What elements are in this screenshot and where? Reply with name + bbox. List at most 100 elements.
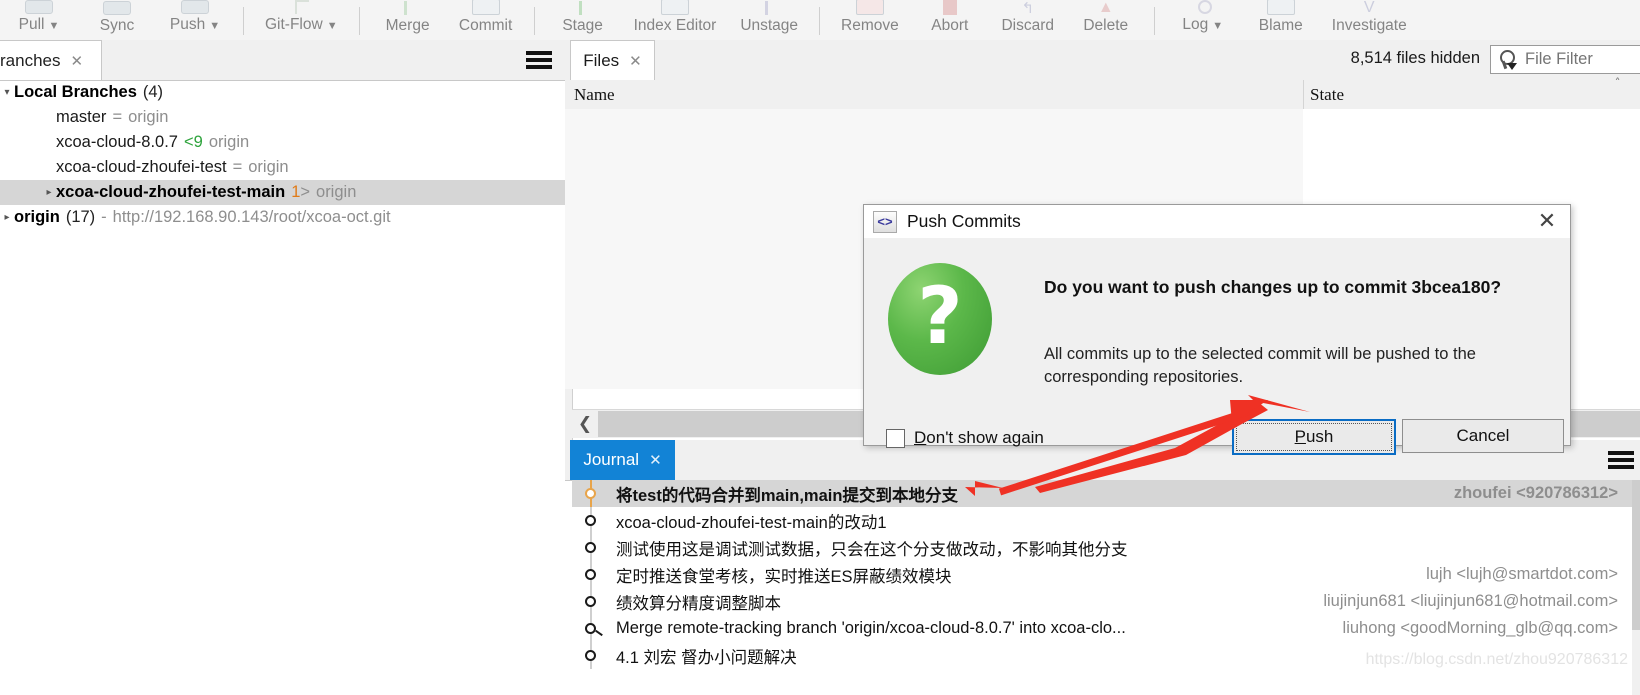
tab-branches[interactable]: ranches ✕: [0, 40, 102, 80]
commit-graph-node: [572, 480, 614, 507]
file-filter-box[interactable]: ✕: [1490, 45, 1640, 74]
dont-show-again-checkbox[interactable]: Don't show again: [886, 428, 1044, 448]
branch-item-master[interactable]: master = origin: [0, 105, 565, 130]
files-hidden-count: 8,514 files hidden: [1350, 49, 1480, 67]
branch-remote: origin: [316, 183, 357, 201]
close-icon[interactable]: ✕: [70, 52, 83, 70]
tree-group-origin[interactable]: origin (17) - http://192.168.90.143/root…: [0, 205, 565, 230]
commit-message: 测试使用这是调试测试数据，只会在这个分支做改动，不影响其他分支: [616, 540, 1128, 559]
chevron-down-icon: ▼: [1212, 20, 1224, 32]
discard-icon: ↰: [1021, 0, 1035, 17]
stage-icon: [569, 0, 597, 15]
branch-item-xcoa-cloud-zhoufei-test[interactable]: xcoa-cloud-zhoufei-test = origin: [0, 155, 565, 180]
toolbar-button-commit[interactable]: Commit: [447, 0, 525, 40]
close-icon[interactable]: ✕: [629, 52, 642, 70]
column-header-name[interactable]: Name: [574, 80, 615, 109]
remote-url: http://192.168.90.143/root/xcoa-oct.git: [112, 208, 391, 226]
branch-tracking-sep: =: [232, 158, 243, 176]
remote-count: (17): [65, 208, 96, 226]
toolbar-button-unstage[interactable]: Unstage: [728, 0, 810, 40]
cancel-button[interactable]: Cancel: [1402, 419, 1564, 453]
tab-journal[interactable]: Journal ✕: [570, 440, 675, 480]
chevron-right-icon[interactable]: [0, 212, 14, 223]
tab-branches-label: ranches: [0, 50, 61, 70]
journal-row[interactable]: Merge remote-tracking branch 'origin/xco…: [572, 615, 1632, 642]
journal-row[interactable]: 测试使用这是调试测试数据，只会在这个分支做改动，不影响其他分支: [572, 534, 1632, 561]
toolbar-button-push[interactable]: Push ▼: [156, 0, 234, 40]
dialog-message: All commits up to the selected commit wi…: [1044, 345, 1476, 386]
toolbar-button-git-flow[interactable]: Git-Flow ▼: [253, 0, 350, 40]
search-icon: [1495, 48, 1519, 72]
toolbar-label-delete: Delete: [1083, 17, 1129, 34]
commit-graph-node: [572, 561, 614, 588]
dialog-heading: Do you want to push changes up to commit…: [1044, 277, 1502, 297]
hamburger-icon[interactable]: [526, 51, 552, 69]
pull-icon: [25, 0, 53, 14]
remove-icon: [855, 0, 884, 15]
toolbar-label-pull: Pull: [18, 16, 45, 33]
push-button[interactable]: Push: [1232, 419, 1396, 455]
branch-tracking-sep: =: [112, 108, 123, 126]
abort-icon: [936, 0, 964, 15]
tab-journal-label: Journal: [583, 450, 640, 469]
toolbar-label-index-editor: Index Editor: [633, 17, 717, 34]
scroll-left-icon[interactable]: ❮: [572, 411, 598, 437]
toolbar-button-log[interactable]: Log ▼: [1164, 0, 1242, 40]
cancel-button-label: Cancel: [1456, 426, 1510, 445]
toolbar-separator: [243, 7, 244, 35]
close-icon[interactable]: ✕: [649, 451, 662, 469]
journal-row[interactable]: 绩效算分精度调整脚本 liujinjun681 <liujinjun681@ho…: [572, 588, 1632, 615]
toolbar-label-push: Push: [169, 16, 206, 33]
checkbox-label-accel: D: [914, 428, 927, 447]
investigate-icon: V: [1363, 0, 1375, 16]
branch-tracking-sep: <: [184, 133, 194, 151]
branch-remote: origin: [128, 108, 169, 126]
index-editor-icon: [660, 0, 689, 15]
toolbar-button-investigate[interactable]: V Investigate: [1320, 0, 1419, 40]
commit-message: 定时推送食堂考核，实时推送ES屏蔽绩效模块: [616, 567, 952, 586]
toolbar-button-index-editor[interactable]: Index Editor: [622, 0, 729, 40]
toolbar-button-stage[interactable]: Stage: [544, 0, 622, 40]
column-header-state[interactable]: State: [1310, 80, 1344, 109]
toolbar-button-merge[interactable]: Merge: [369, 0, 447, 40]
merge-icon: [394, 0, 422, 15]
toolbar-label-unstage: Unstage: [740, 17, 799, 34]
toolbar-button-blame[interactable]: Blame: [1242, 0, 1320, 40]
toolbar-button-remove[interactable]: Remove: [829, 0, 911, 40]
branch-item-xcoa-cloud-zhoufei-test-main[interactable]: xcoa-cloud-zhoufei-test-main 1> origin: [0, 180, 565, 205]
watermark-text: https://blog.csdn.net/zhou920786312: [1365, 651, 1628, 668]
branch-name: master: [56, 108, 107, 126]
chevron-right-icon[interactable]: [42, 187, 56, 198]
toolbar-button-sync[interactable]: Sync: [78, 0, 156, 40]
toolbar-button-delete[interactable]: ▲ Delete: [1067, 0, 1145, 40]
toolbar-button-abort[interactable]: Abort: [911, 0, 989, 40]
journal-row[interactable]: xcoa-cloud-zhoufei-test-main的改动1: [572, 507, 1632, 534]
toolbar-label-abort: Abort: [931, 17, 969, 34]
close-icon[interactable]: ✕: [1534, 208, 1560, 233]
commit-author: lujh <lujh@smartdot.com>: [1426, 565, 1618, 583]
file-filter-input[interactable]: [1519, 49, 1640, 70]
code-brackets-icon: <>: [873, 210, 897, 233]
tree-group-label: Local Branches: [14, 83, 137, 101]
checkbox-box[interactable]: [886, 428, 905, 448]
git-flow-icon: [287, 0, 315, 14]
tab-files[interactable]: Files ✕: [570, 40, 655, 80]
journal-row[interactable]: 定时推送食堂考核，实时推送ES屏蔽绩效模块 lujh <lujh@smartdo…: [572, 561, 1632, 588]
toolbar-button-discard[interactable]: ↰ Discard: [989, 0, 1067, 40]
hamburger-icon[interactable]: [1608, 451, 1634, 469]
dialog-body: ? Do you want to push changes up to comm…: [864, 238, 1570, 455]
branch-item-xcoa-cloud-807[interactable]: xcoa-cloud-8.0.7 <9 origin: [0, 130, 565, 155]
journal-vertical-scrollbar[interactable]: [1632, 480, 1640, 695]
column-divider[interactable]: [1303, 80, 1304, 109]
tree-group-local-branches[interactable]: Local Branches (4): [0, 80, 565, 105]
commit-message: xcoa-cloud-zhoufei-test-main的改动1: [616, 513, 887, 532]
commit-author: liujinjun681 <liujinjun681@hotmail.com>: [1323, 592, 1618, 610]
commit-message: Merge remote-tracking branch 'origin/xco…: [616, 619, 1126, 637]
scrollbar-thumb[interactable]: [1632, 480, 1640, 630]
chevron-down-icon[interactable]: [0, 87, 14, 98]
dialog-titlebar: <> Push Commits ✕: [864, 205, 1570, 238]
toolbar-button-pull[interactable]: Pull ▼: [0, 0, 78, 40]
blame-icon: [1266, 0, 1295, 15]
toolbar-label-log: Log: [1182, 16, 1209, 33]
journal-row[interactable]: 将test的代码合并到main,main提交到本地分支 zhoufei <920…: [572, 480, 1632, 507]
